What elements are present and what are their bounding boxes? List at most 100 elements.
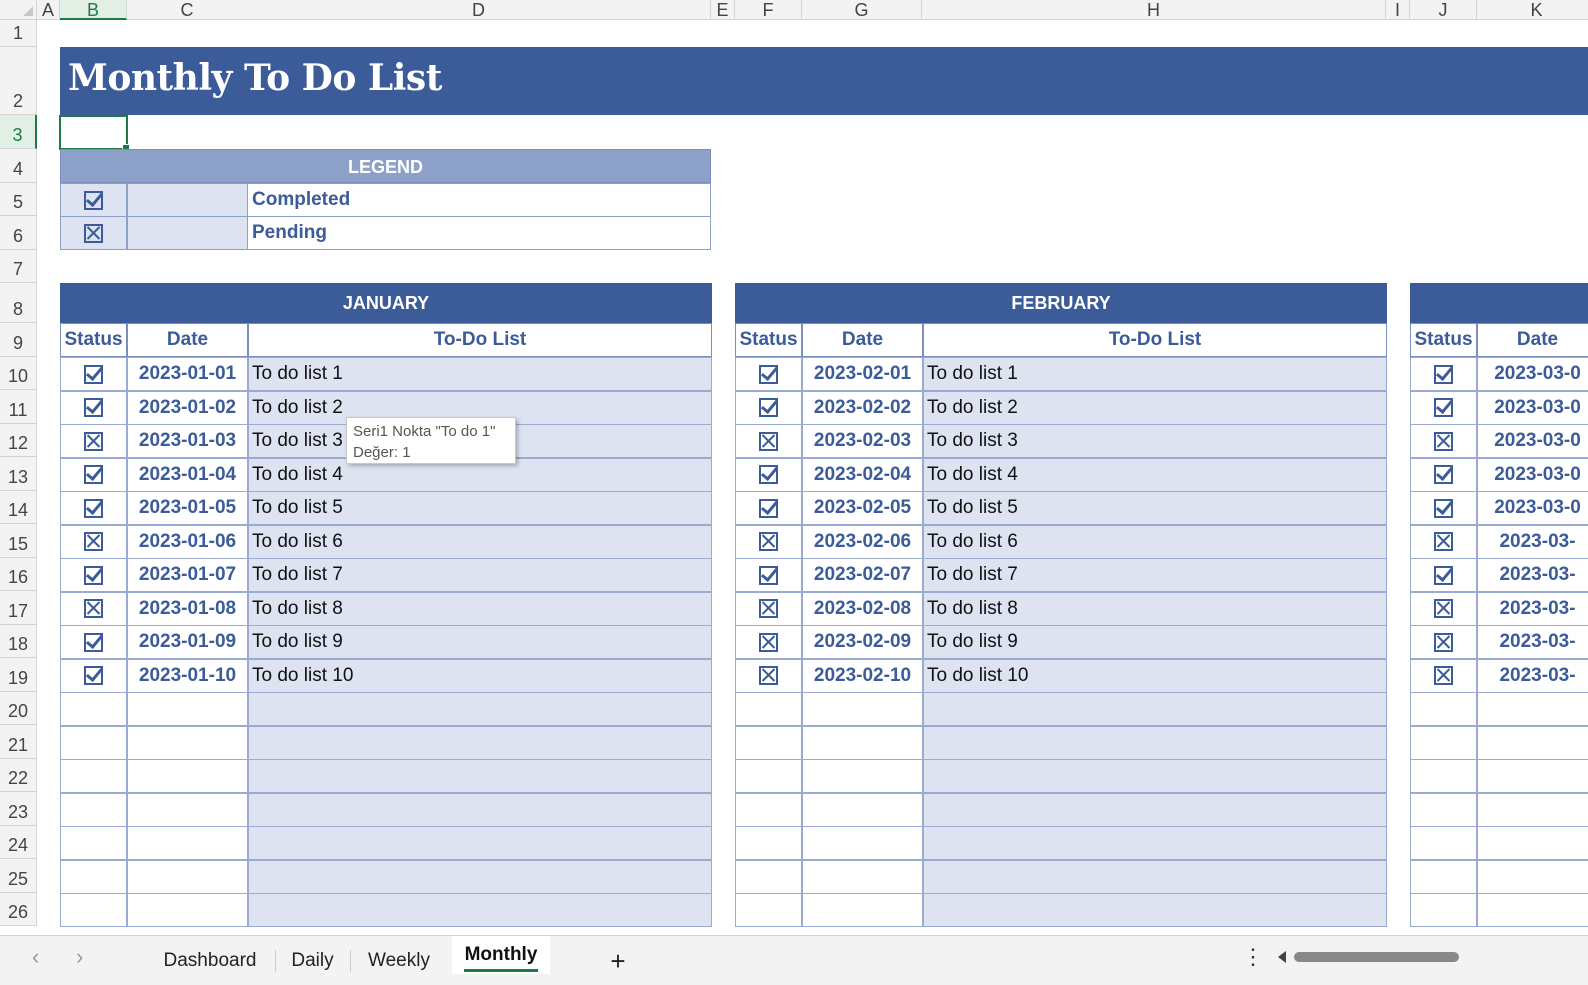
date-cell[interactable]: [127, 725, 248, 760]
row-header-4[interactable]: 4: [0, 149, 37, 183]
date-cell[interactable]: 2023-01-02: [127, 390, 248, 425]
prev-sheet-arrow-icon[interactable]: ‹: [32, 944, 39, 970]
status-cell[interactable]: [1410, 357, 1477, 391]
row-header-6[interactable]: 6: [0, 216, 37, 250]
row-header-9[interactable]: 9: [0, 323, 37, 357]
checked-box-icon[interactable]: [1434, 565, 1453, 585]
status-cell[interactable]: [60, 424, 127, 458]
date-cell[interactable]: [802, 826, 923, 860]
status-cell[interactable]: [60, 390, 127, 425]
status-cell[interactable]: [60, 524, 127, 559]
checked-box-icon[interactable]: [84, 565, 103, 585]
date-cell[interactable]: 2023-02-04: [802, 457, 923, 492]
crossed-box-icon[interactable]: [84, 431, 103, 451]
date-cell[interactable]: 2023-02-06: [802, 524, 923, 559]
date-cell[interactable]: [1477, 725, 1588, 760]
date-cell[interactable]: [802, 692, 923, 726]
crossed-box-icon[interactable]: [84, 599, 103, 618]
task-cell[interactable]: To do list 9: [923, 625, 1387, 659]
status-cell[interactable]: [1410, 826, 1477, 860]
date-cell[interactable]: 2023-01-03: [127, 424, 248, 458]
date-cell[interactable]: 2023-02-02: [802, 390, 923, 425]
date-cell[interactable]: [1477, 859, 1588, 894]
checked-box-icon[interactable]: [1434, 364, 1453, 384]
checked-box-icon[interactable]: [84, 465, 103, 484]
date-cell[interactable]: [127, 826, 248, 860]
tab-monthly[interactable]: Monthly: [452, 936, 550, 974]
row-header-10[interactable]: 10: [0, 357, 37, 390]
status-cell[interactable]: [60, 457, 127, 492]
row-header-12[interactable]: 12: [0, 424, 37, 457]
scrollbar-thumb[interactable]: [1294, 952, 1459, 962]
date-cell[interactable]: 2023-01-08: [127, 591, 248, 626]
status-cell[interactable]: [60, 893, 127, 927]
row-header-7[interactable]: 7: [0, 250, 37, 283]
date-cell[interactable]: 2023-02-05: [802, 491, 923, 525]
scroll-left-arrow-icon[interactable]: [1278, 951, 1286, 963]
date-cell[interactable]: [127, 859, 248, 894]
status-cell[interactable]: [60, 792, 127, 827]
horizontal-scrollbar[interactable]: [1272, 949, 1588, 965]
task-cell[interactable]: To do list 10: [923, 658, 1387, 693]
status-cell[interactable]: [1410, 424, 1477, 458]
checked-box-icon[interactable]: [84, 666, 103, 685]
task-cell[interactable]: [248, 792, 712, 827]
task-cell[interactable]: To do list 9: [248, 625, 712, 659]
tab-weekly[interactable]: Weekly: [356, 946, 442, 976]
row-header-1[interactable]: 1: [0, 20, 37, 47]
task-cell[interactable]: To do list 8: [248, 591, 712, 626]
status-cell[interactable]: [735, 658, 802, 693]
checked-box-icon[interactable]: [759, 565, 778, 585]
checked-box-icon[interactable]: [759, 465, 778, 484]
status-cell[interactable]: [1410, 658, 1477, 693]
row-header-17[interactable]: 17: [0, 591, 37, 625]
more-options-icon[interactable]: ⋮: [1242, 944, 1264, 970]
status-cell[interactable]: [60, 826, 127, 860]
date-cell[interactable]: [802, 759, 923, 793]
status-cell[interactable]: [735, 491, 802, 525]
select-all-corner[interactable]: [0, 0, 37, 20]
crossed-box-icon[interactable]: [759, 532, 778, 551]
checked-box-icon[interactable]: [1434, 398, 1453, 417]
status-cell[interactable]: [1410, 390, 1477, 425]
row-header-18[interactable]: 18: [0, 625, 37, 658]
date-cell[interactable]: 2023-02-07: [802, 558, 923, 592]
status-cell[interactable]: [1410, 591, 1477, 626]
date-cell[interactable]: 2023-03-0: [1477, 491, 1588, 525]
checked-box-icon[interactable]: [759, 364, 778, 384]
date-cell[interactable]: 2023-03-: [1477, 524, 1588, 559]
date-cell[interactable]: [802, 859, 923, 894]
status-cell[interactable]: [1410, 524, 1477, 559]
date-cell[interactable]: 2023-01-09: [127, 625, 248, 659]
task-cell[interactable]: To do list 2: [923, 390, 1387, 425]
status-cell[interactable]: [735, 357, 802, 391]
task-cell[interactable]: [923, 692, 1387, 726]
column-header-i[interactable]: I: [1386, 0, 1410, 20]
checked-box-icon[interactable]: [1434, 465, 1453, 484]
date-cell[interactable]: 2023-01-07: [127, 558, 248, 592]
row-header-21[interactable]: 21: [0, 725, 37, 759]
task-cell[interactable]: To do list 1: [923, 357, 1387, 391]
status-cell[interactable]: [60, 625, 127, 659]
crossed-box-icon[interactable]: [759, 599, 778, 618]
date-cell[interactable]: [127, 759, 248, 793]
date-cell[interactable]: 2023-01-10: [127, 658, 248, 693]
crossed-box-icon[interactable]: [759, 632, 778, 652]
status-cell[interactable]: [60, 725, 127, 760]
date-cell[interactable]: [802, 725, 923, 760]
crossed-box-icon[interactable]: [759, 431, 778, 451]
status-cell[interactable]: [735, 558, 802, 592]
status-cell[interactable]: [60, 759, 127, 793]
status-cell[interactable]: [60, 859, 127, 894]
crossed-box-icon[interactable]: [1434, 431, 1453, 451]
status-cell[interactable]: [735, 759, 802, 793]
date-cell[interactable]: 2023-02-01: [802, 357, 923, 391]
status-cell[interactable]: [60, 692, 127, 726]
date-cell[interactable]: 2023-02-09: [802, 625, 923, 659]
task-cell[interactable]: To do list 6: [923, 524, 1387, 559]
task-cell[interactable]: To do list 4: [923, 457, 1387, 492]
date-cell[interactable]: 2023-03-: [1477, 625, 1588, 659]
status-cell[interactable]: [735, 692, 802, 726]
row-header-25[interactable]: 25: [0, 859, 37, 893]
date-cell[interactable]: [1477, 893, 1588, 927]
